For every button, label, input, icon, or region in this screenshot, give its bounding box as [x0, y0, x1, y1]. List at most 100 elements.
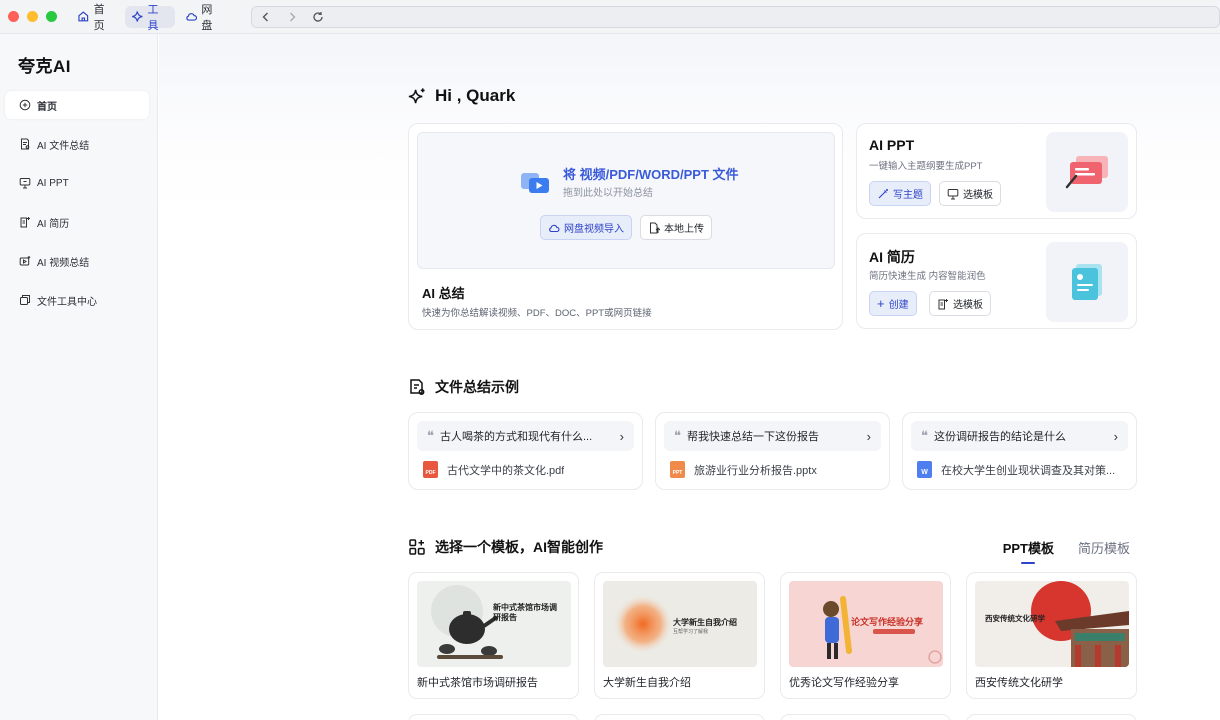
- example-question[interactable]: ❝ 古人喝茶的方式和现代有什么... ›: [417, 421, 634, 451]
- quote-icon: ❝: [674, 428, 681, 444]
- example-question[interactable]: ❝ 这份调研报告的结论是什么 ›: [911, 421, 1128, 451]
- tab-resume-templates[interactable]: 简历模板: [1078, 538, 1130, 557]
- template-thumbnail: 大学新生自我介绍 互帮学习了解我: [603, 581, 757, 667]
- tab-tools[interactable]: 工具: [124, 4, 175, 32]
- top-tabs: 首页 工具 网盘: [71, 4, 229, 32]
- tab-cloud-label: 网盘: [201, 3, 213, 32]
- upload-icon: [650, 222, 660, 233]
- forward-arrow-icon[interactable]: [286, 11, 298, 23]
- tab-home[interactable]: 首页: [71, 4, 121, 32]
- maximize-window-button[interactable]: [46, 11, 57, 22]
- magic-pen-icon: [878, 188, 888, 198]
- template-card[interactable]: 新中式茶馆市场调研报告 新中式茶馆市场调研报告: [408, 572, 579, 699]
- close-window-button[interactable]: [8, 11, 19, 22]
- plus-icon: +: [877, 296, 885, 311]
- template-label: 优秀论文写作经验分享: [789, 677, 899, 689]
- grid-add-icon: [409, 539, 425, 555]
- drop-subtitle: 拖到此处以开始总结: [563, 188, 653, 199]
- summary-description: 快速为你总结解读视频、PDF、DOC、PPT或网页链接: [422, 308, 652, 319]
- local-upload-button[interactable]: 本地上传: [640, 215, 712, 240]
- template-thumbnail: 西安传统文化研学: [975, 581, 1129, 667]
- sidebar-item-file-tools[interactable]: 文件工具中心: [5, 286, 149, 314]
- home-icon: [78, 11, 89, 22]
- sidebar: 夸克AI 首页 AI 文件总结 AI PPT AI 简历 AI 视频总结 文件工…: [0, 34, 158, 720]
- cloud-video-import-button[interactable]: 网盘视频导入: [540, 215, 632, 240]
- template-tabs: PPT模板 简历模板: [1003, 538, 1130, 564]
- sidebar-item-label: AI 简历: [37, 218, 70, 230]
- ai-resume-card[interactable]: AI 简历 简历快速生成 内容智能润色 + 创建 选模板: [856, 233, 1137, 329]
- title-bar: 首页 工具 网盘: [0, 0, 1220, 34]
- sidebar-item-home[interactable]: 首页: [5, 91, 149, 119]
- ppt-slides-illustration: [1065, 156, 1108, 189]
- file-drop-zone[interactable]: 将 视频/PDF/WORD/PPT 文件 拖到此处以开始总结 网盘视频导入 本地…: [417, 132, 835, 269]
- template-thumbnail: 论文写作经验分享: [789, 581, 943, 667]
- cloud-icon: [549, 224, 560, 232]
- template-icon: [938, 298, 948, 309]
- example-question-text: 这份调研报告的结论是什么: [934, 431, 1066, 443]
- tab-cloud-drive[interactable]: 网盘: [179, 4, 229, 32]
- ai-ppt-card[interactable]: AI PPT 一键输入主题纲要生成PPT 写主题 选模板: [856, 123, 1137, 219]
- create-resume-label: 创建: [888, 300, 909, 311]
- window-controls: [8, 11, 57, 22]
- template-card-partial[interactable]: [594, 714, 765, 720]
- quote-icon: ❝: [427, 428, 434, 444]
- back-arrow-icon[interactable]: [260, 11, 272, 23]
- minimize-window-button[interactable]: [27, 11, 38, 22]
- template-card[interactable]: 论文写作经验分享 优秀论文写作经验分享: [780, 572, 951, 699]
- tab-ppt-templates[interactable]: PPT模板: [1003, 538, 1054, 564]
- local-upload-label: 本地上传: [664, 224, 704, 235]
- sparkle-icon: [408, 87, 425, 103]
- example-file-name: 在校大学生创业现状调查及其对策...: [941, 464, 1116, 477]
- example-card[interactable]: ❝ 帮我快速总结一下这份报告 › PPT 旅游业行业分析报告.pptx: [655, 412, 890, 490]
- ppt-choose-template-button[interactable]: 选模板: [939, 181, 1001, 206]
- write-topic-button[interactable]: 写主题: [869, 181, 931, 206]
- example-question[interactable]: ❝ 帮我快速总结一下这份报告 ›: [664, 421, 881, 451]
- examples-title: 文件总结示例: [435, 379, 519, 395]
- address-bar[interactable]: [250, 5, 1220, 28]
- example-file-name: 旅游业行业分析报告.pptx: [694, 464, 817, 477]
- document-list-icon: [410, 379, 425, 395]
- template-card-partial[interactable]: [408, 714, 579, 720]
- resume-choose-template-label: 选模板: [953, 300, 983, 311]
- file-tools-icon: [20, 295, 30, 305]
- resume-choose-template-button[interactable]: 选模板: [929, 291, 991, 316]
- resume-document-illustration: [1072, 264, 1102, 300]
- main-panel: Hi , Quark 将 视频/PDF/WORD/PPT 文件 拖到此处以开始总…: [159, 34, 1220, 720]
- presentation-icon: [947, 188, 959, 199]
- sidebar-item-video-summary[interactable]: AI 视频总结: [5, 247, 149, 275]
- resume-card-title: AI 简历: [869, 249, 915, 265]
- tab-home-label: 首页: [93, 3, 105, 32]
- sidebar-item-ppt[interactable]: AI PPT: [5, 169, 149, 197]
- template-card-partial[interactable]: [780, 714, 951, 720]
- resume-illustration: [1046, 242, 1128, 322]
- template-label: 新中式茶馆市场调研报告: [417, 677, 538, 689]
- template-thumbnail: 新中式茶馆市场调研报告: [417, 581, 571, 667]
- brand-title: 夸克AI: [18, 57, 71, 76]
- reload-icon[interactable]: [312, 11, 324, 23]
- resume-icon: [20, 217, 30, 228]
- templates-title: 选择一个模板，AI智能创作: [435, 539, 603, 555]
- sidebar-item-label: 首页: [37, 101, 57, 113]
- template-card-partial[interactable]: [966, 714, 1137, 720]
- template-card[interactable]: 大学新生自我介绍 互帮学习了解我 大学新生自我介绍: [594, 572, 765, 699]
- example-question-text: 古人喝茶的方式和现代有什么...: [440, 431, 593, 443]
- resume-card-subtitle: 简历快速生成 内容智能润色: [869, 271, 986, 282]
- home-circle-icon: [19, 99, 31, 111]
- create-resume-button[interactable]: + 创建: [869, 291, 917, 316]
- template-label: 西安传统文化研学: [975, 677, 1063, 689]
- example-question-text: 帮我快速总结一下这份报告: [687, 431, 819, 443]
- tab-tools-label: 工具: [147, 3, 159, 32]
- example-file: PPT 旅游业行业分析报告.pptx: [670, 461, 885, 478]
- chevron-right-icon: ›: [619, 428, 624, 444]
- example-card[interactable]: ❝ 这份调研报告的结论是什么 › W 在校大学生创业现状调查及其对策...: [902, 412, 1137, 490]
- template-thumb-band: [873, 629, 915, 634]
- ppt-file-icon: PPT: [670, 461, 685, 478]
- cloud-import-label: 网盘视频导入: [564, 224, 624, 235]
- example-file-name: 古代文学中的茶文化.pdf: [447, 464, 565, 477]
- teapot-illustration: [431, 585, 503, 659]
- template-card[interactable]: 西安传统文化研学 西安传统文化研学: [966, 572, 1137, 699]
- example-card[interactable]: ❝ 古人喝茶的方式和现代有什么... › PDF 古代文学中的茶文化.pdf: [408, 412, 643, 490]
- template-thumb-title: 新中式茶馆市场调研报告: [493, 603, 557, 622]
- sidebar-item-file-summary[interactable]: AI 文件总结: [5, 130, 149, 158]
- sidebar-item-resume[interactable]: AI 简历: [5, 208, 149, 236]
